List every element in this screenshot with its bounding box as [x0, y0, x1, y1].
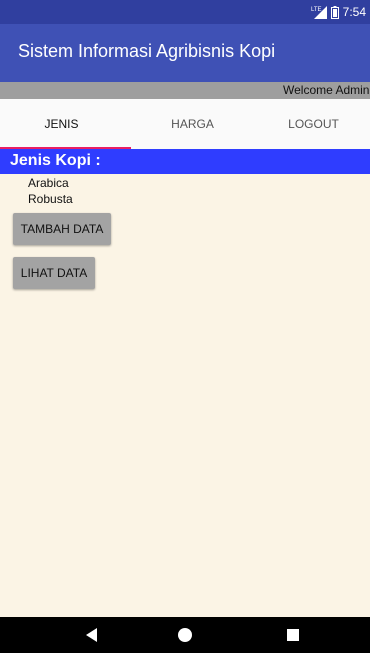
home-icon[interactable]	[176, 626, 194, 644]
network-type-label: LTE	[311, 7, 322, 13]
navigation-bar	[0, 617, 370, 653]
content-area: Arabica Robusta TAMBAH DATA LIHAT DATA	[0, 174, 370, 617]
tab-harga[interactable]: HARGA	[131, 99, 254, 149]
app-title: Sistem Informasi Agribisnis Kopi	[18, 41, 276, 61]
status-icons: LTE 7:54	[311, 4, 366, 20]
status-bar: LTE 7:54	[0, 0, 370, 24]
welcome-text: Welcome Admin	[283, 83, 370, 97]
app-screen: LTE 7:54 Sistem Informasi Agribisnis Kop…	[0, 0, 370, 653]
welcome-strip: Welcome Admin	[0, 82, 370, 99]
tab-harga-label: HARGA	[171, 117, 214, 131]
battery-icon	[330, 5, 339, 19]
tab-logout[interactable]: LOGOUT	[252, 99, 370, 149]
back-icon[interactable]	[83, 626, 101, 644]
list-item-robusta: Robusta	[28, 192, 73, 206]
section-title: Jenis Kopi :	[10, 152, 101, 169]
tab-bar: JENIS HARGA LOGOUT	[0, 99, 370, 149]
app-bar: Sistem Informasi Agribisnis Kopi	[0, 24, 370, 82]
tab-jenis-label: JENIS	[44, 117, 79, 131]
list-item-arabica: Arabica	[28, 176, 69, 190]
signal-icon: LTE	[311, 6, 327, 19]
lihat-data-button[interactable]: LIHAT DATA	[13, 257, 95, 289]
recents-icon[interactable]	[284, 626, 302, 644]
tambah-data-button[interactable]: TAMBAH DATA	[13, 213, 111, 245]
tab-logout-label: LOGOUT	[288, 117, 339, 131]
section-header: Jenis Kopi :	[0, 149, 370, 174]
status-time: 7:54	[342, 5, 366, 19]
tab-jenis[interactable]: JENIS	[0, 99, 131, 149]
